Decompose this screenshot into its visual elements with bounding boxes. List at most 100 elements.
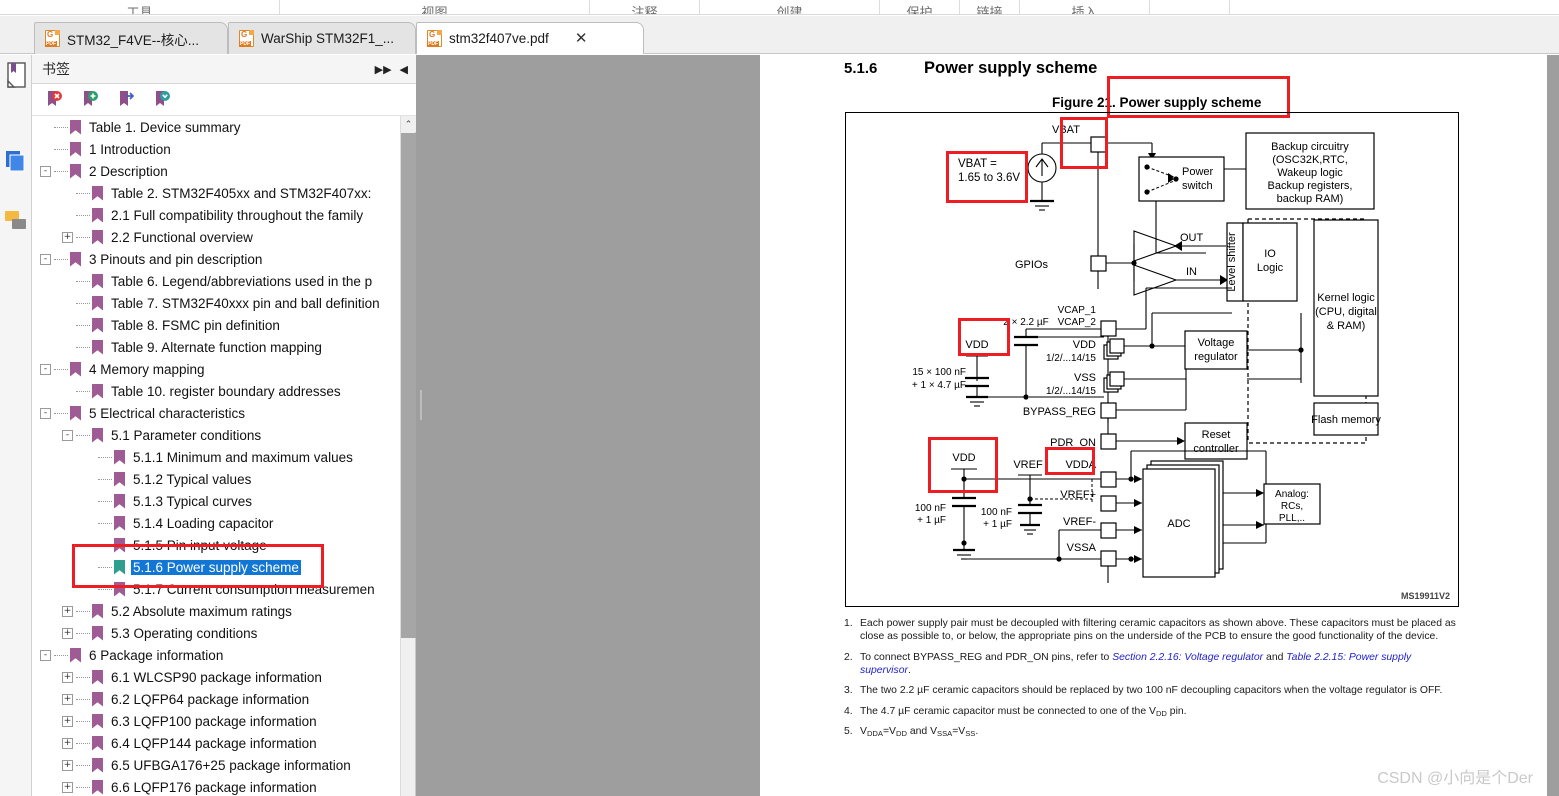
section-number: 5.1.6 bbox=[844, 60, 878, 77]
collapse-icon[interactable]: - bbox=[40, 165, 51, 177]
bookmark-row[interactable]: 2.1 Full compatibility throughout the fa… bbox=[32, 204, 415, 226]
expand-icon[interactable]: + bbox=[62, 693, 73, 705]
bookmark-row[interactable]: 5.1.3 Typical curves bbox=[32, 490, 415, 512]
menu-item-视图[interactable]: 视图 bbox=[280, 0, 590, 14]
bookmark-row[interactable]: - 4 Memory mapping bbox=[32, 358, 415, 380]
expand-icon[interactable]: + bbox=[62, 671, 73, 683]
note-text: To connect BYPASS_REG and PDR_ON pins, r… bbox=[860, 651, 1456, 678]
label-io-logic-1: IO bbox=[1264, 248, 1276, 260]
bookmark-flag-icon bbox=[114, 493, 125, 509]
expand-icon[interactable]: + bbox=[62, 737, 73, 749]
bookmark-delete-icon[interactable] bbox=[44, 90, 64, 110]
menu-item-blank[interactable] bbox=[1150, 0, 1230, 14]
bookmarks-scrollbar[interactable]: ⌃ bbox=[400, 116, 416, 796]
collapse-icon[interactable]: - bbox=[40, 649, 51, 661]
figure-notes: 1. Each power supply pair must be decoupl… bbox=[844, 617, 1456, 746]
bookmark-flag-icon bbox=[114, 471, 125, 487]
bookmark-row[interactable]: - 6 Package information bbox=[32, 644, 415, 666]
bookmark-row[interactable]: Table 7. STM32F40xxx pin and ball defini… bbox=[32, 292, 415, 314]
bookmark-row[interactable]: 5.1.4 Loading capacitor bbox=[32, 512, 415, 534]
label-backup-1: Backup circuitry bbox=[1271, 141, 1349, 153]
tab-close-icon[interactable]: ✕ bbox=[575, 31, 588, 46]
scroll-up-icon[interactable]: ⌃ bbox=[401, 116, 416, 132]
bookmark-row[interactable]: 5.1.6 Power supply scheme bbox=[32, 556, 415, 578]
expand-icon[interactable]: + bbox=[62, 231, 73, 243]
menu-item-插入[interactable]: 插入 bbox=[1020, 0, 1150, 14]
bookmark-flag-icon bbox=[92, 757, 103, 773]
bookmark-row[interactable]: +5.2 Absolute maximum ratings bbox=[32, 600, 415, 622]
tree-connector bbox=[98, 500, 112, 502]
bookmark-row[interactable]: 5.1.5 Pin input voltage bbox=[32, 534, 415, 556]
collapse-icon[interactable]: - bbox=[40, 253, 51, 265]
bookmark-row[interactable]: +6.3 LQFP100 package information bbox=[32, 710, 415, 732]
expand-icon[interactable]: + bbox=[62, 627, 73, 639]
panel-resize-handle[interactable] bbox=[418, 390, 424, 420]
label-analog-1: Analog: bbox=[1275, 489, 1309, 500]
tab-2[interactable]: G PDF stm32f407ve.pdf ✕ bbox=[416, 22, 644, 54]
scrollbar-thumb[interactable] bbox=[401, 133, 416, 638]
menu-item-创建[interactable]: 创建 bbox=[700, 0, 880, 14]
bookmark-row[interactable]: 1 Introduction bbox=[32, 138, 415, 160]
collapse-all-icon[interactable]: ▶▶ bbox=[375, 63, 392, 76]
watermark: CSDN @小向是个Der bbox=[1377, 770, 1533, 787]
bookmark-row[interactable]: +6.1 WLCSP90 package information bbox=[32, 666, 415, 688]
page-thumbnails-icon[interactable] bbox=[4, 61, 30, 95]
bookmark-row[interactable]: Table 10. register boundary addresses bbox=[32, 380, 415, 402]
bookmark-row[interactable]: 5.1.1 Minimum and maximum values bbox=[32, 446, 415, 468]
bookmark-label: Table 6. Legend/abbreviations used in th… bbox=[111, 273, 373, 289]
bookmark-row[interactable]: 5.1.2 Typical values bbox=[32, 468, 415, 490]
bookmarks-tree[interactable]: Table 1. Device summary 1 Introduction - 2 … bbox=[32, 116, 416, 796]
label-kernel-1: Kernel logic bbox=[1317, 292, 1375, 304]
expand-icon[interactable]: + bbox=[62, 759, 73, 771]
expand-icon[interactable]: + bbox=[62, 605, 73, 617]
tab-0[interactable]: G PDF STM32_F4VE--核心... bbox=[34, 22, 228, 54]
bookmark-row[interactable]: - 5.1 Parameter conditions bbox=[32, 424, 415, 446]
bookmark-row[interactable]: +5.3 Operating conditions bbox=[32, 622, 415, 644]
bookmark-row[interactable]: Table 8. FSMC pin definition bbox=[32, 314, 415, 336]
power-supply-scheme-diagram: VBAT Power switch Backup circuitry (OSC3… bbox=[912, 124, 1381, 583]
collapse-icon[interactable]: - bbox=[62, 429, 73, 441]
bookmark-row[interactable]: 5.1.7 Current consumption measuremen bbox=[32, 578, 415, 600]
bookmark-flag-icon bbox=[92, 625, 103, 641]
comments-icon[interactable] bbox=[4, 207, 30, 241]
bookmark-flag-icon bbox=[92, 207, 103, 223]
bookmark-row[interactable]: - 5 Electrical characteristics bbox=[32, 402, 415, 424]
collapse-icon[interactable]: - bbox=[40, 407, 51, 419]
tree-connector bbox=[54, 412, 68, 414]
bookmark-label: 5 Electrical characteristics bbox=[89, 405, 246, 421]
bookmark-row[interactable]: +6.2 LQFP64 package information bbox=[32, 688, 415, 710]
menu-item-链接[interactable]: 链接 bbox=[960, 0, 1020, 14]
tree-connector bbox=[76, 742, 90, 744]
label-analog-3: PLL,.. bbox=[1279, 513, 1305, 524]
menu-bar: 工具 视图 注释 创建 保护 链接 插入 bbox=[0, 0, 1559, 15]
note-link[interactable]: Section 2.2.16: Voltage regulator bbox=[1112, 652, 1263, 663]
menu-item-保护[interactable]: 保护 bbox=[880, 0, 960, 14]
collapse-icon[interactable]: - bbox=[40, 363, 51, 375]
bookmark-row[interactable]: +6.4 LQFP144 package information bbox=[32, 732, 415, 754]
tab-1[interactable]: G PDF WarShip STM32F1_... bbox=[228, 22, 416, 54]
hide-panel-icon[interactable]: ◀ bbox=[400, 63, 408, 76]
bookmark-row[interactable]: Table 2. STM32F405xx and STM32F407xx: bbox=[32, 182, 415, 204]
menu-item-注释[interactable]: 注释 bbox=[590, 0, 700, 14]
bookmark-goto-icon[interactable] bbox=[116, 90, 136, 110]
layers-icon[interactable] bbox=[4, 147, 30, 181]
bookmark-row[interactable]: +6.6 LQFP176 package information bbox=[32, 776, 415, 796]
bookmark-row[interactable]: +2.2 Functional overview bbox=[32, 226, 415, 248]
bookmark-row[interactable]: - 3 Pinouts and pin description bbox=[32, 248, 415, 270]
bookmark-row[interactable]: Table 1. Device summary bbox=[32, 116, 415, 138]
bookmark-add-icon[interactable] bbox=[80, 90, 100, 110]
expand-icon[interactable]: + bbox=[62, 781, 73, 793]
bookmark-expand-icon[interactable] bbox=[152, 90, 172, 110]
bookmark-row[interactable]: +6.5 UFBGA176+25 package information bbox=[32, 754, 415, 776]
expand-icon[interactable]: + bbox=[62, 715, 73, 727]
bookmark-row[interactable]: Table 6. Legend/abbreviations used in th… bbox=[32, 270, 415, 292]
bookmark-row[interactable]: Table 9. Alternate function mapping bbox=[32, 336, 415, 358]
bookmark-row[interactable]: - 2 Description bbox=[32, 160, 415, 182]
menu-item-工具[interactable]: 工具 bbox=[0, 0, 280, 14]
bookmark-label: 6.4 LQFP144 package information bbox=[111, 735, 317, 751]
